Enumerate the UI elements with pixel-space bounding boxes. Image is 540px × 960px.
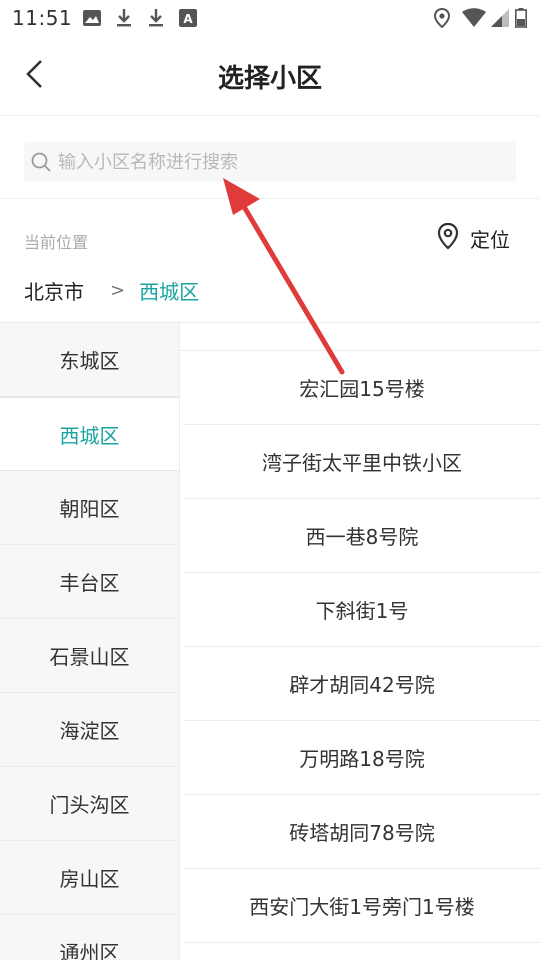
search-icon — [30, 151, 52, 173]
search-box[interactable] — [24, 142, 516, 182]
battery-icon — [514, 8, 528, 28]
status-time: 11:51 — [12, 6, 73, 30]
breadcrumb-city[interactable]: 北京市 — [24, 276, 84, 305]
community-item[interactable]: 湾子街太平里中铁小区 — [184, 425, 540, 499]
wifi-icon — [462, 8, 486, 28]
font-icon: A — [178, 8, 198, 28]
header: 选择小区 — [0, 36, 540, 116]
location-icon — [432, 8, 452, 28]
breadcrumb: 北京市 > 西城区 — [24, 276, 199, 305]
district-item[interactable]: 东城区 — [0, 323, 179, 397]
annotation-arrow-shaft — [240, 202, 345, 375]
district-item-selected[interactable]: 西城区 — [0, 397, 179, 471]
community-list[interactable]: 宏汇园15号楼 湾子街太平里中铁小区 西一巷8号院 下斜街1号 辟才胡同42号院… — [180, 350, 540, 960]
page-title: 选择小区 — [217, 64, 322, 94]
community-item[interactable]: 西安门大街1号旁门1号楼 — [184, 869, 540, 943]
download-icon — [114, 8, 134, 28]
community-item[interactable]: 万明路18号院 — [184, 721, 540, 795]
breadcrumb-separator: > — [110, 280, 126, 301]
community-item[interactable]: 砖塔胡同78号院 — [184, 795, 540, 869]
community-item[interactable]: 下斜街1号 — [184, 573, 540, 647]
district-item[interactable]: 朝阳区 — [0, 471, 179, 545]
district-item[interactable]: 石景山区 — [0, 619, 179, 693]
location-pin-icon — [436, 222, 460, 254]
community-item[interactable]: 西一巷8号院 — [184, 499, 540, 573]
locate-button[interactable]: 定位 — [436, 222, 510, 254]
svg-text:A: A — [183, 12, 193, 26]
download-icon — [146, 8, 166, 28]
image-icon — [82, 8, 102, 28]
search-input[interactable] — [58, 151, 488, 173]
district-item[interactable]: 通州区 — [0, 915, 179, 960]
breadcrumb-district[interactable]: 西城区 — [139, 276, 199, 305]
district-item[interactable]: 丰台区 — [0, 545, 179, 619]
district-item[interactable]: 门头沟区 — [0, 767, 179, 841]
locate-label: 定位 — [470, 227, 510, 252]
status-bar: 11:51 A — [0, 0, 540, 36]
district-item[interactable]: 海淀区 — [0, 693, 179, 767]
community-item[interactable]: 宏汇园15号楼 — [184, 351, 540, 425]
district-item[interactable]: 房山区 — [0, 841, 179, 915]
current-location-label: 当前位置 — [24, 233, 89, 252]
search-area — [0, 117, 540, 199]
district-list[interactable]: 东城区 西城区 朝阳区 丰台区 石景山区 海淀区 门头沟区 房山区 通州区 — [0, 323, 180, 960]
signal-icon — [490, 8, 510, 28]
community-item[interactable]: 辟才胡同42号院 — [184, 647, 540, 721]
